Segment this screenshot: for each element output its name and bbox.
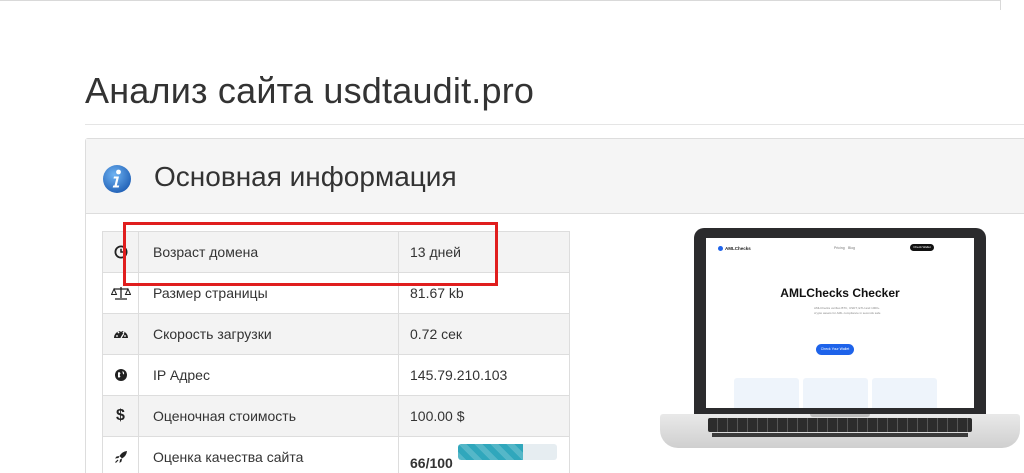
row-value: 100.00 $ (398, 395, 570, 437)
screenshot-card (872, 378, 937, 408)
row-icon-cell (102, 354, 139, 396)
info-icon (103, 165, 131, 193)
top-border-corner (1000, 0, 1001, 10)
row-label: Оценка качества сайта (138, 436, 399, 473)
highlight-box (123, 222, 498, 286)
screenshot-subtitle: AMLChecks verifies BTC, USDT, ETH and 10… (814, 306, 881, 315)
laptop-notch (810, 414, 870, 417)
panel-header: Основная информация (86, 139, 1024, 214)
top-border-line (0, 0, 1000, 1)
title-divider (85, 124, 1024, 125)
page-title: Анализ сайта usdtaudit.pro (85, 70, 535, 111)
table-row: Скорость загрузки 0.72 сек (102, 313, 570, 355)
scales-icon (110, 287, 131, 300)
panel-title: Основная информация (154, 161, 457, 192)
screenshot-heading: AMLChecks Checker (780, 286, 900, 300)
screenshot-cta-button: Check Your Wallet (816, 344, 854, 355)
row-icon-cell (102, 436, 139, 473)
dollar-icon: $ (116, 407, 125, 424)
table-row: $ Оценочная стоимость 100.00 $ (102, 395, 570, 437)
quality-progress-bar (458, 444, 557, 460)
laptop-base (660, 414, 1020, 448)
table-row: IP Адрес 145.79.210.103 (102, 354, 570, 396)
site-screenshot-laptop: AMLChecks Pricing Blog Check Wallet AMLC… (660, 228, 1020, 458)
screenshot-card (734, 378, 799, 408)
laptop-keyboard (708, 418, 972, 432)
row-label: Скорость загрузки (138, 313, 399, 355)
site-screenshot: AMLChecks Pricing Blog Check Wallet AMLC… (706, 238, 974, 408)
screenshot-nav-button: Check Wallet (910, 244, 934, 251)
quality-progress-fill (458, 444, 524, 460)
speedometer-icon (113, 330, 128, 339)
quality-score: 66/100 (410, 455, 453, 471)
screenshot-nav-link: Blog (848, 246, 856, 250)
screenshot-logo: AMLChecks (718, 246, 751, 252)
laptop-keyboard-row (712, 433, 968, 437)
screenshot-nav-link: Pricing (834, 246, 845, 250)
rocket-icon (114, 451, 127, 463)
screenshot-card (803, 378, 868, 408)
row-label: Оценочная стоимость (138, 395, 399, 437)
row-label: IP Адрес (138, 354, 399, 396)
row-icon-cell (102, 313, 139, 355)
row-value: 0.72 сек (398, 313, 570, 355)
globe-icon (114, 369, 127, 381)
row-icon-cell: $ (102, 395, 139, 437)
row-value: 145.79.210.103 (398, 354, 570, 396)
laptop-lid: AMLChecks Pricing Blog Check Wallet AMLC… (694, 228, 986, 416)
screenshot-nav: AMLChecks Pricing Blog Check Wallet (706, 238, 974, 260)
